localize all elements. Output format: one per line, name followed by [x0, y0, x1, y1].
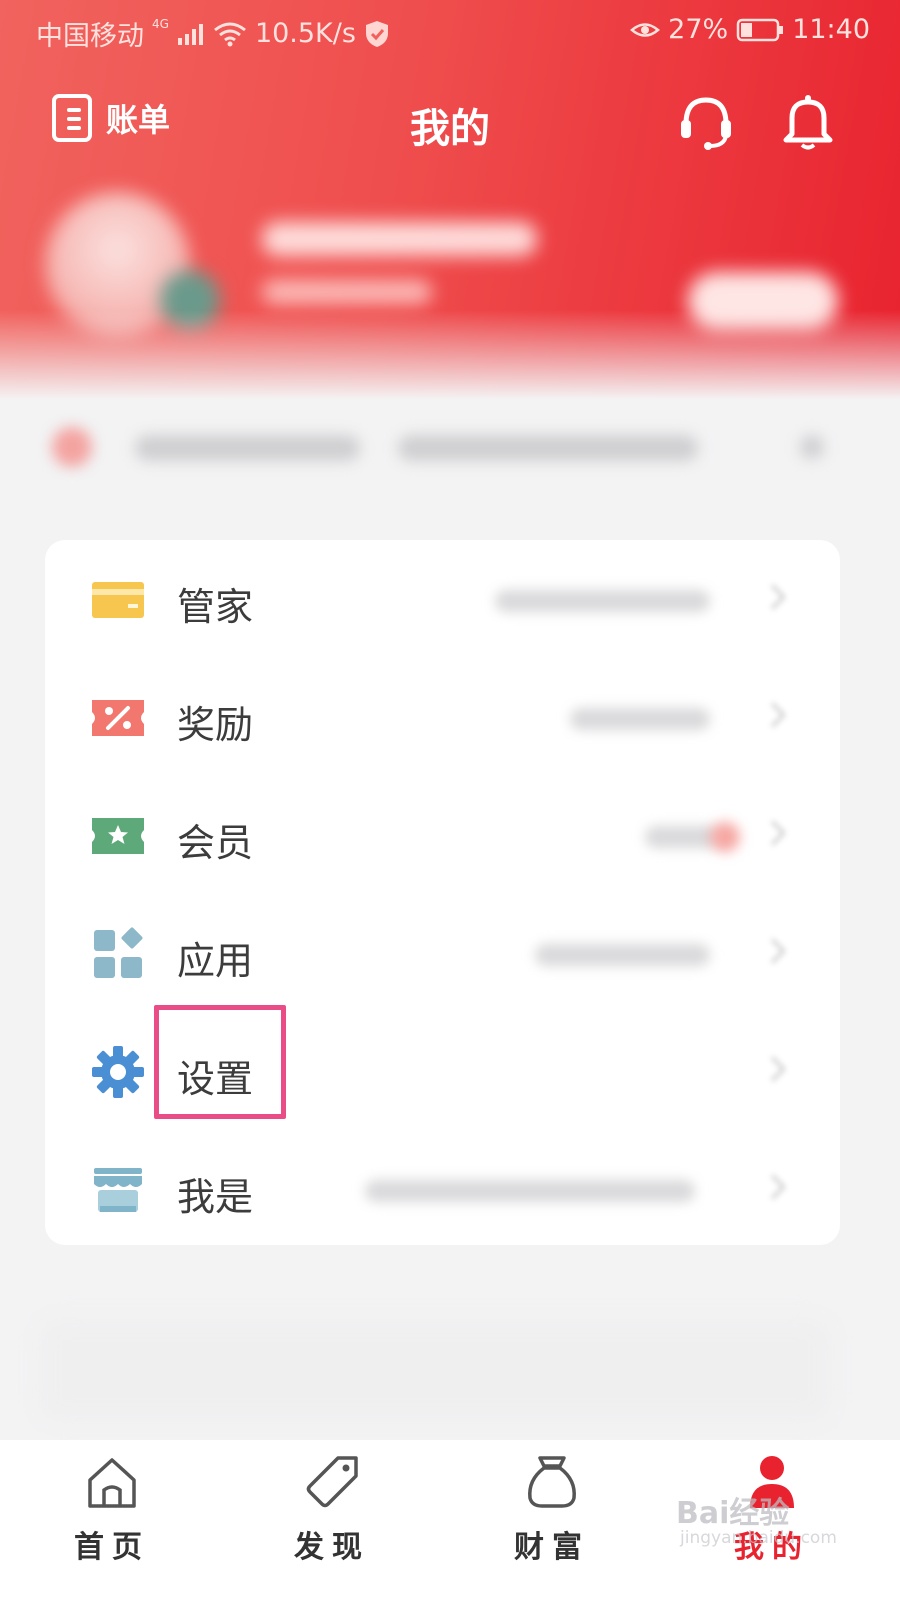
menu-item-i-am[interactable]: 我是 [45, 1130, 840, 1248]
member-ticket-icon [92, 818, 144, 854]
shop-icon [94, 1168, 142, 1212]
chevron-right-icon [760, 1056, 786, 1082]
network-type: 4G [152, 16, 169, 31]
chevron-right-icon [760, 938, 786, 964]
profile-section-blurred [0, 180, 900, 350]
menu-item-label: 奖励 [177, 703, 254, 747]
baidu-watermark-url: jingyan.baidu.com [680, 1528, 837, 1548]
tab-label: 发现 [294, 1530, 370, 1565]
eye-icon [630, 22, 661, 37]
menu-item-hint-blurred [495, 590, 710, 612]
menu-item-apps[interactable]: 应用 [45, 894, 840, 1012]
wifi-icon [214, 22, 246, 46]
avatar[interactable] [45, 192, 190, 337]
network-speed: 10.5K/s [254, 18, 356, 49]
username-blurred [262, 222, 537, 256]
tab-label: 首页 [74, 1530, 150, 1565]
tab-label: 财富 [514, 1530, 590, 1565]
signal-icon [177, 23, 203, 45]
header-background: 中国移动 4G 10.5K/s 27% 11:40 账单 我的 [0, 0, 900, 400]
menu-item-hint-blurred [645, 826, 720, 848]
chevron-right-icon [760, 584, 786, 610]
menu-card: 管家 奖励 会员 应用 设置 我是 [45, 540, 840, 1245]
menu-item-hint-blurred [570, 708, 710, 730]
battery-percent: 27% [668, 14, 729, 45]
top-bar: 账单 我的 [0, 86, 900, 156]
battery-icon [736, 18, 784, 41]
menu-item-settings[interactable]: 设置 [45, 1012, 840, 1130]
profile-action-button-blurred[interactable] [688, 272, 838, 330]
menu-item-label: 应用 [177, 939, 254, 983]
carrier-name: 中国移动 [36, 21, 144, 52]
baidu-watermark-logo: Bai经验 [676, 1496, 790, 1531]
notice-icon [52, 427, 92, 467]
avatar-badge [160, 270, 220, 330]
status-bar: 中国移动 4G 10.5K/s 27% 11:40 [0, 0, 900, 64]
user-subtitle-blurred [262, 280, 432, 304]
menu-item-hint-blurred [535, 944, 710, 966]
tab-wealth[interactable]: 财富 [492, 1452, 612, 1566]
menu-item-label: 我是 [177, 1175, 254, 1219]
home-icon [88, 1458, 136, 1508]
tag-icon [306, 1456, 358, 1508]
bell-icon [783, 95, 833, 150]
menu-item-membership[interactable]: 会员 [45, 776, 840, 894]
tab-discover[interactable]: 发现 [272, 1452, 392, 1566]
headset-icon [681, 97, 731, 150]
menu-item-label: 设置 [177, 1057, 254, 1101]
card-icon [92, 582, 144, 618]
chevron-right-icon [760, 1174, 786, 1200]
shield-icon [365, 20, 388, 47]
page-title: 我的 [410, 106, 490, 152]
notice-text-blurred [398, 435, 698, 461]
red-dot-badge [710, 822, 740, 852]
notifications-button[interactable] [780, 92, 836, 156]
notice-chevron-blurred [800, 435, 824, 459]
menu-item-butler[interactable]: 管家 [45, 540, 840, 658]
customer-service-button[interactable] [676, 92, 736, 156]
money-bag-icon [528, 1456, 576, 1508]
gear-icon [92, 1046, 144, 1098]
lower-content-blurred [40, 1320, 830, 1420]
notice-text-blurred [135, 435, 360, 461]
menu-item-label: 会员 [177, 821, 254, 865]
notice-strip-blurred[interactable] [0, 405, 900, 485]
clock-time: 11:40 [792, 14, 870, 45]
menu-item-label: 管家 [177, 585, 254, 629]
chevron-right-icon [760, 820, 786, 846]
apps-grid-icon [94, 927, 143, 978]
menu-item-hint-blurred [365, 1180, 695, 1202]
menu-item-rewards[interactable]: 奖励 [45, 658, 840, 776]
tab-home[interactable]: 首页 [52, 1452, 172, 1566]
chevron-right-icon [760, 702, 786, 728]
coupon-icon [92, 700, 144, 736]
